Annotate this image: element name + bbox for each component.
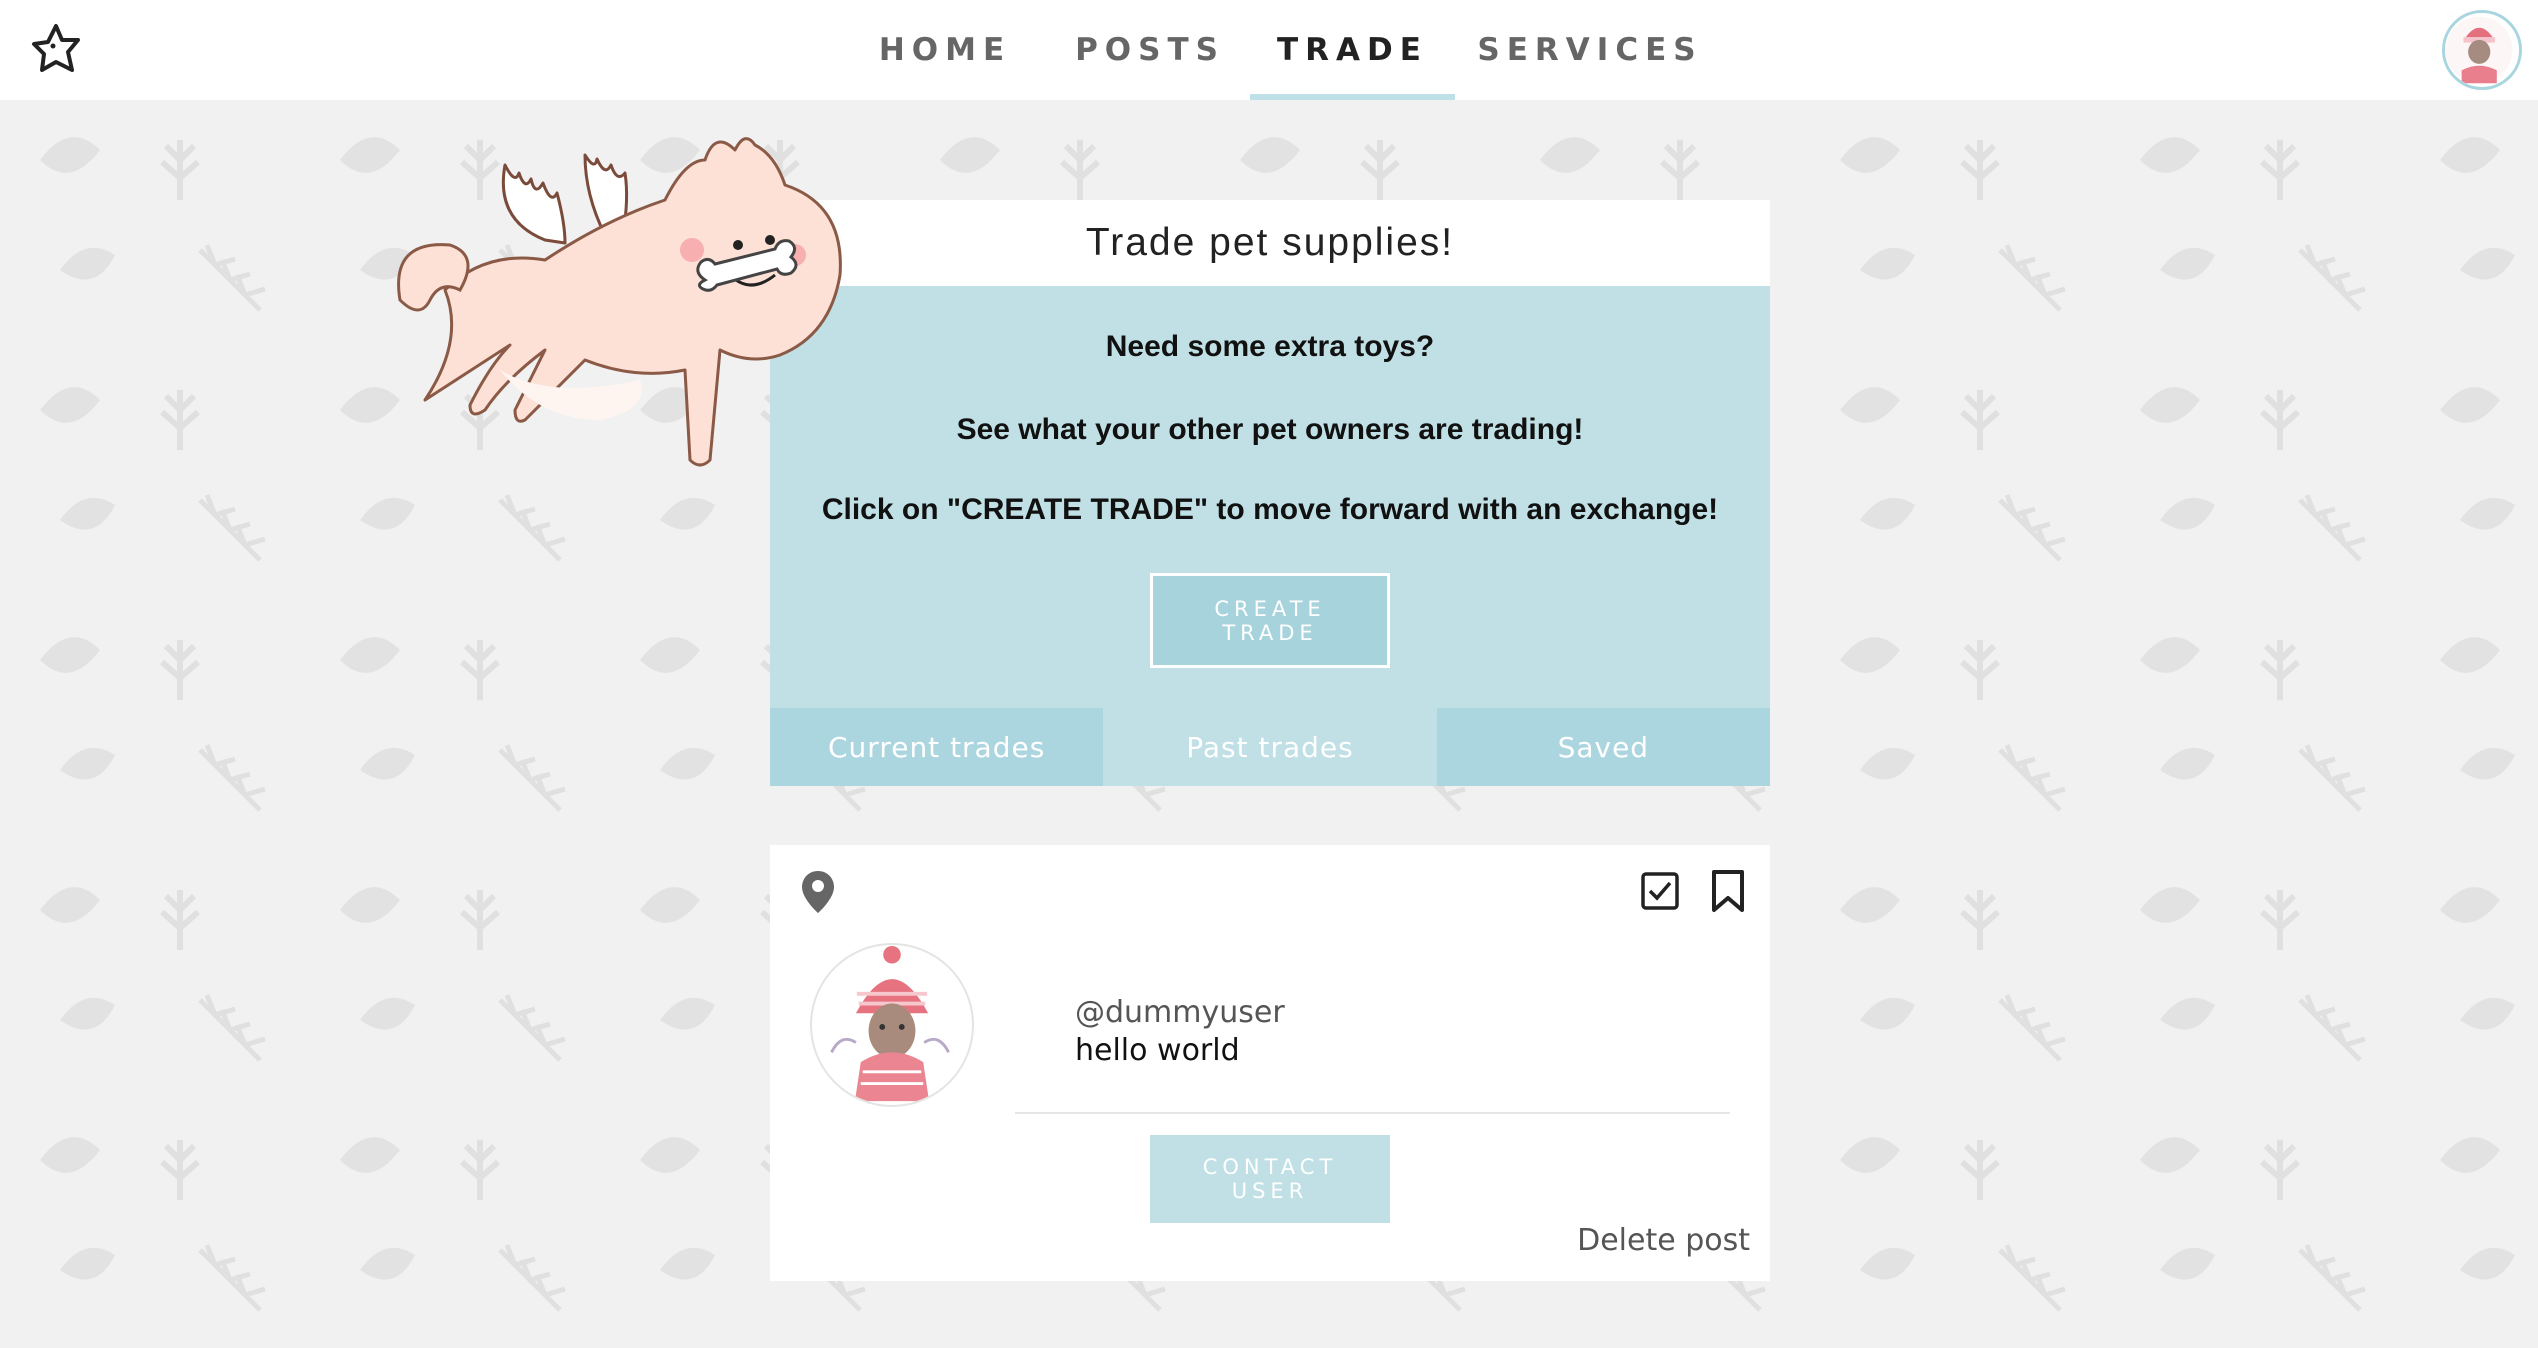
create-trade-label-1: CREATE xyxy=(1214,596,1326,621)
trade-post-card: @dummyuser hello world CONTACT USER Dele… xyxy=(770,845,1770,1281)
nav-trade[interactable]: TRADE xyxy=(1250,0,1455,100)
tab-past-trades[interactable]: Past trades xyxy=(1103,708,1437,786)
post-content: hello world xyxy=(1075,1033,1240,1068)
nav-home-label: HOME xyxy=(878,32,1012,68)
nav-posts-label: POSTS xyxy=(1075,32,1225,68)
trade-tabs: Current trades Past trades Saved xyxy=(770,708,1770,786)
location-pin-icon[interactable] xyxy=(800,869,836,915)
tab-saved[interactable]: Saved xyxy=(1436,708,1770,786)
nav-trade-label: TRADE xyxy=(1277,32,1428,68)
post-divider xyxy=(1015,1112,1730,1114)
nav-posts[interactable]: POSTS xyxy=(1050,0,1250,100)
delete-post-link[interactable]: Delete post xyxy=(1577,1223,1750,1258)
contact-user-label-2: USER xyxy=(1231,1179,1309,1203)
post-author-avatar[interactable] xyxy=(810,943,974,1107)
create-trade-label-2: TRADE xyxy=(1222,620,1318,645)
user-avatar[interactable] xyxy=(2442,10,2522,90)
tab-saved-label: Saved xyxy=(1557,730,1650,764)
winged-dog-illustration xyxy=(397,137,842,467)
nav-home[interactable]: HOME xyxy=(840,0,1050,100)
tab-current-trades-label: Current trades xyxy=(828,730,1046,764)
user-avatar-image xyxy=(2445,16,2513,84)
main-nav: HOME POSTS TRADE SERVICES xyxy=(840,0,1725,100)
bookmark-icon[interactable] xyxy=(1710,869,1746,913)
nav-services[interactable]: SERVICES xyxy=(1455,0,1725,100)
contact-user-label-1: CONTACT xyxy=(1202,1155,1338,1179)
tab-past-trades-label: Past trades xyxy=(1186,730,1354,764)
tab-current-trades[interactable]: Current trades xyxy=(770,708,1104,786)
contact-user-button[interactable]: CONTACT USER xyxy=(1150,1135,1390,1223)
nav-services-label: SERVICES xyxy=(1477,32,1703,68)
checkbox-checked-icon[interactable] xyxy=(1640,871,1680,911)
top-nav-bar: HOME POSTS TRADE SERVICES xyxy=(0,0,2538,100)
post-author-avatar-image xyxy=(813,945,971,1104)
post-username[interactable]: @dummyuser xyxy=(1075,995,1285,1030)
dog-star-logo-icon[interactable] xyxy=(26,18,86,78)
create-trade-button[interactable]: CREATE TRADE xyxy=(1150,573,1390,668)
